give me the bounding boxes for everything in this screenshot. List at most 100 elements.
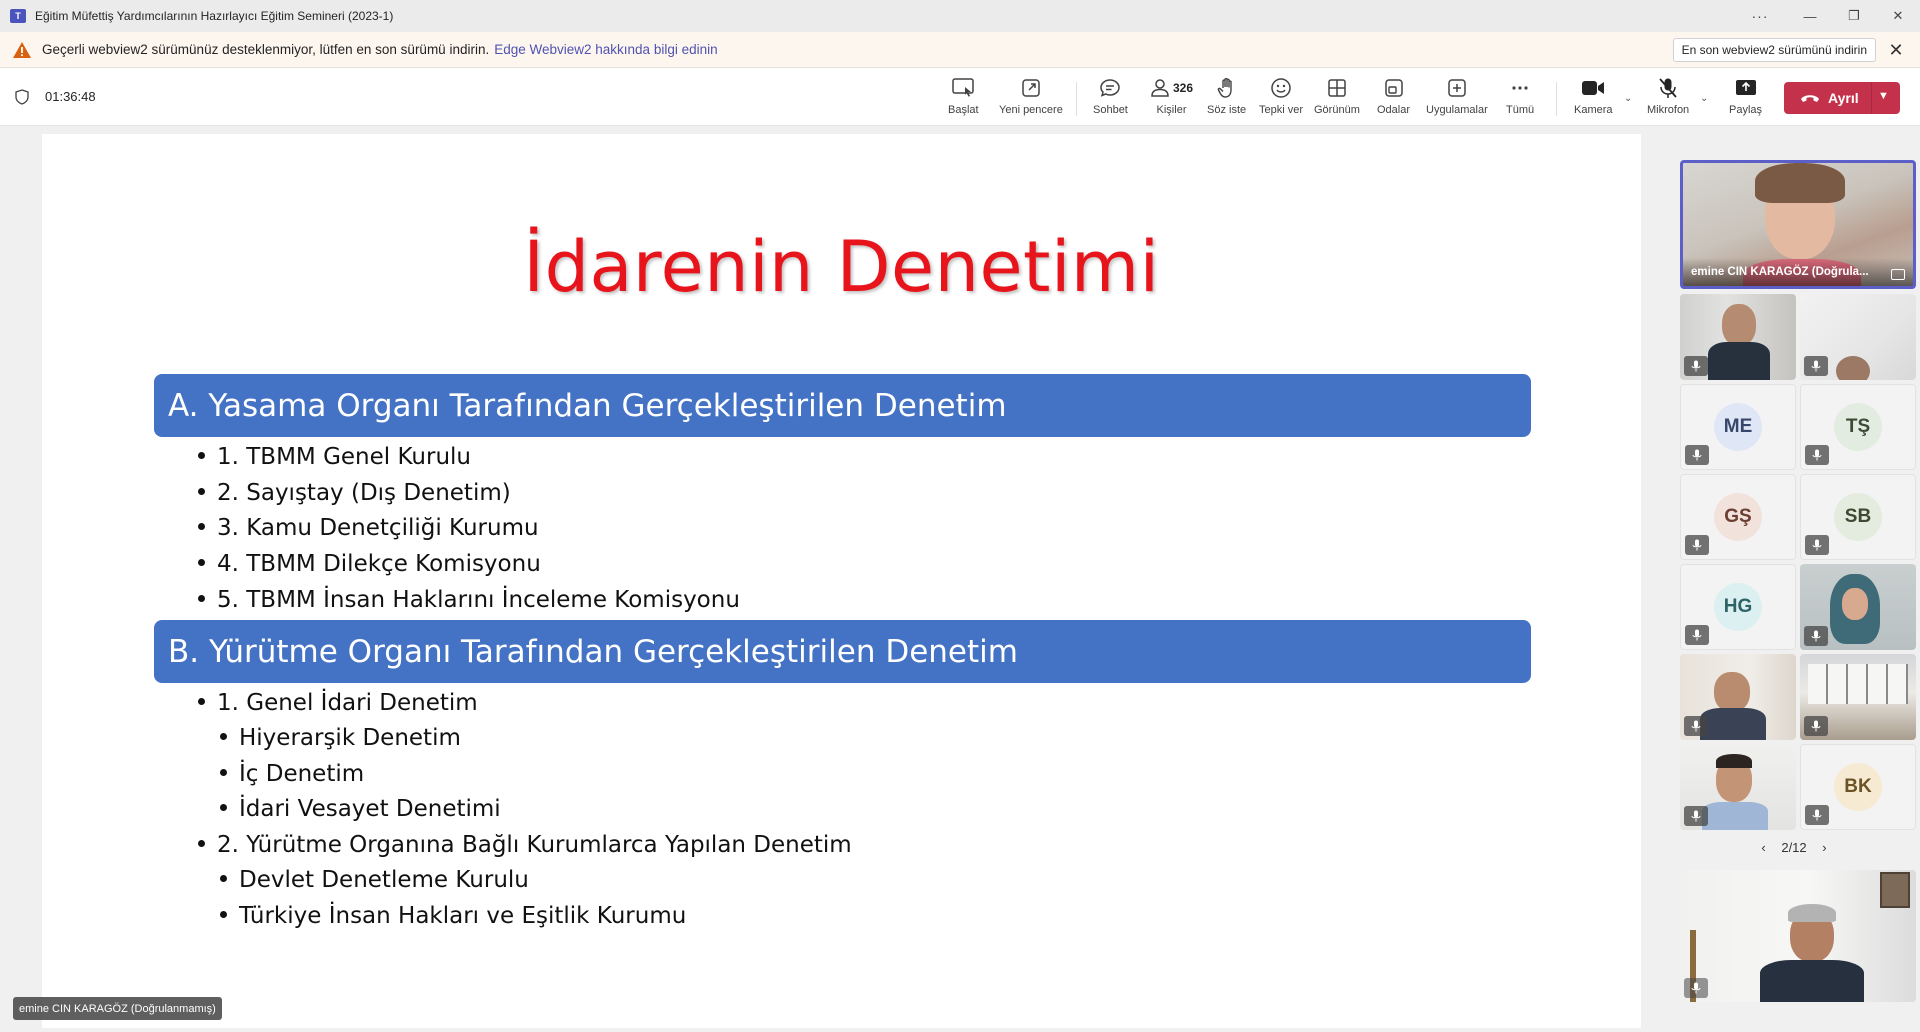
window-controls: ··· — ❐ ✕	[1732, 0, 1920, 32]
sub-bullet-item: İç Denetim	[220, 761, 364, 787]
active-speaker-tile[interactable]: emine CIN KARAGÖZ (Doğrula...	[1680, 160, 1916, 289]
toolbar-divider	[1076, 82, 1077, 116]
window-title: Eğitim Müfettiş Yardımcılarının Hazırlay…	[35, 9, 394, 23]
more-icon	[1510, 76, 1530, 100]
close-warning-icon[interactable]: ✕	[1884, 38, 1908, 62]
mic-muted-icon	[1685, 625, 1709, 645]
more-actions-button[interactable]: Tümü	[1506, 76, 1534, 120]
gallery-pager: ‹ 2/12 ›	[1668, 840, 1920, 855]
leave-options-chevron-icon[interactable]: ▼	[1878, 90, 1889, 102]
leave-button[interactable]: Ayrıl ▼	[1784, 82, 1900, 114]
section-b-header: B. Yürütme Organı Tarafından Gerçekleşti…	[154, 620, 1531, 683]
raise-hand-label: Söz iste	[1207, 104, 1247, 116]
video-hair	[1716, 754, 1752, 768]
avatar-initials: SB	[1834, 493, 1882, 541]
sub-bullet-item: Devlet Denetleme Kurulu	[220, 867, 529, 893]
shield-icon	[15, 89, 29, 105]
meeting-timer: 01:36:48	[45, 89, 96, 104]
participant-video-tile[interactable]	[1680, 654, 1796, 740]
raise-hand-button[interactable]: Söz iste	[1207, 76, 1246, 120]
rooms-button[interactable]: Odalar	[1377, 76, 1410, 120]
react-button[interactable]: Tepki ver	[1259, 76, 1303, 120]
new-window-icon	[1021, 76, 1041, 100]
share-icon	[1735, 76, 1757, 100]
rooms-icon	[1384, 76, 1404, 100]
warning-bar: Geçerli webview2 sürümünüz desteklenmiyo…	[0, 32, 1920, 68]
avatar-initials: ME	[1714, 403, 1762, 451]
video-suit	[1700, 708, 1766, 740]
toolbar-divider	[1556, 82, 1557, 116]
participant-video-tile[interactable]	[1800, 294, 1916, 380]
video-suit	[1708, 342, 1770, 380]
minimize-icon[interactable]: —	[1788, 0, 1832, 32]
new-window-label: Yeni pencere	[999, 104, 1063, 116]
new-window-button[interactable]: Yeni pencere	[999, 76, 1063, 120]
restore-icon[interactable]: ❐	[1832, 0, 1876, 32]
active-speaker-name: emine CIN KARAGÖZ (Doğrula...	[1683, 258, 1913, 286]
raise-hand-icon	[1217, 76, 1237, 100]
participant-avatar-tile[interactable]: ME	[1680, 384, 1796, 470]
previous-page-icon[interactable]: ‹	[1761, 840, 1765, 855]
present-icon	[952, 76, 975, 100]
webview-info-link[interactable]: Edge Webview2 hakkında bilgi edinin	[494, 42, 717, 57]
mic-muted-icon	[1805, 805, 1829, 825]
view-button[interactable]: Görünüm	[1314, 76, 1360, 120]
participant-avatar-tile[interactable]: HG	[1680, 564, 1796, 650]
apps-button[interactable]: Uygulamalar	[1426, 76, 1488, 120]
video-face	[1714, 672, 1750, 712]
people-label: Kişiler	[1156, 104, 1187, 116]
view-label: Görünüm	[1314, 104, 1360, 116]
react-label: Tepki ver	[1259, 104, 1304, 116]
participant-video-tile[interactable]	[1680, 294, 1796, 380]
close-window-icon[interactable]: ✕	[1876, 0, 1920, 32]
mic-options-chevron-icon[interactable]: ⌄	[1700, 93, 1708, 104]
apps-label: Uygulamalar	[1426, 104, 1488, 116]
hang-up-icon	[1800, 88, 1820, 108]
teams-app-icon: T	[10, 9, 26, 23]
download-webview-button[interactable]: En son webview2 sürümünü indirin	[1672, 38, 1876, 62]
mic-muted-icon	[1804, 716, 1828, 736]
participant-avatar-tile[interactable]: BK	[1800, 744, 1916, 830]
speaker-video-hair	[1755, 163, 1845, 203]
mic-muted-icon	[1685, 535, 1709, 555]
video-suit	[1760, 960, 1864, 1002]
apps-icon	[1447, 76, 1467, 100]
meeting-toolbar: 01:36:48 Başlat Yeni pencere Sohbet 326 …	[0, 68, 1920, 126]
avatar-initials: BK	[1834, 763, 1882, 811]
participants-panel: emine CIN KARAGÖZ (Doğrula... ME TŞ GŞ S…	[1668, 126, 1920, 1032]
people-button[interactable]: 326 Kişiler	[1150, 76, 1193, 120]
participant-video-tile[interactable]	[1680, 744, 1796, 830]
camera-options-chevron-icon[interactable]: ⌄	[1624, 93, 1632, 104]
bullet-item: 2. Sayıştay (Dış Denetim)	[198, 480, 511, 506]
camera-icon	[1581, 76, 1605, 100]
participant-count: 326	[1173, 81, 1194, 95]
mic-muted-icon	[1804, 356, 1828, 376]
participant-video-tile[interactable]	[1800, 564, 1916, 650]
more-options-icon[interactable]: ···	[1732, 0, 1788, 32]
section-a-header: A. Yasama Organı Tarafından Gerçekleştir…	[154, 374, 1531, 437]
people-icon-wrap: 326	[1150, 76, 1193, 100]
participant-avatar-tile[interactable]: TŞ	[1800, 384, 1916, 470]
next-page-icon[interactable]: ›	[1822, 840, 1826, 855]
video-hair	[1788, 904, 1836, 922]
spotlight-icon	[1891, 269, 1905, 280]
chat-button[interactable]: Sohbet	[1093, 76, 1128, 120]
wall-frame	[1880, 872, 1910, 908]
bullet-item: 5. TBMM İnsan Haklarını İnceleme Komisyo…	[198, 587, 740, 613]
participant-avatar-tile[interactable]: SB	[1800, 474, 1916, 560]
self-view-tile[interactable]	[1680, 870, 1916, 1002]
content-stage: İdarenin Denetimi A. Yasama Organı Taraf…	[0, 126, 1668, 1032]
share-button[interactable]: Paylaş	[1729, 76, 1762, 120]
sub-bullet-item: İdari Vesayet Denetimi	[220, 796, 501, 822]
participant-avatar-tile[interactable]: GŞ	[1680, 474, 1796, 560]
present-button[interactable]: Başlat	[948, 76, 979, 120]
mic-muted-icon	[1804, 626, 1828, 646]
leave-label: Ayrıl	[1828, 90, 1859, 106]
microphone-button[interactable]: Mikrofon	[1647, 76, 1689, 120]
participant-video-tile[interactable]	[1800, 654, 1916, 740]
camera-button[interactable]: Kamera	[1574, 76, 1613, 120]
mic-muted-icon	[1685, 445, 1709, 465]
bullet-item: 2. Yürütme Organına Bağlı Kurumlarca Yap…	[198, 832, 852, 858]
warning-text: Geçerli webview2 sürümünüz desteklenmiyo…	[42, 42, 490, 57]
bullet-item: 1. Genel İdari Denetim	[198, 690, 478, 716]
